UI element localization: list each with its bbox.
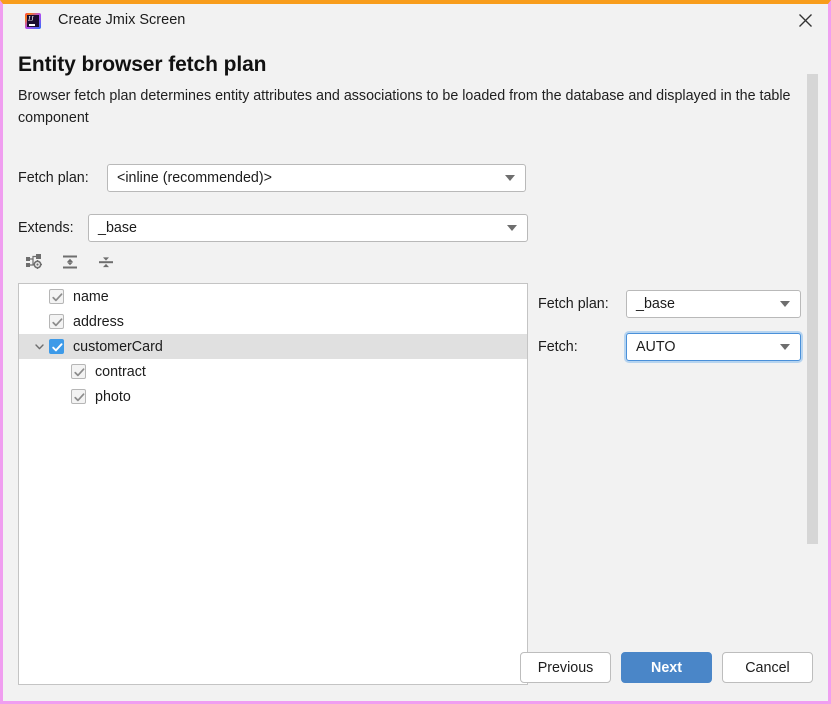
tree-row[interactable]: name [19, 284, 527, 309]
dialog-footer: Previous Next Cancel [520, 652, 813, 683]
tree-row[interactable]: photo [19, 384, 527, 409]
dialog-scrollbar-thumb[interactable] [807, 74, 818, 544]
tree-node-label: photo [95, 388, 131, 405]
chevron-down-icon [505, 175, 515, 181]
chevron-down-icon [780, 344, 790, 350]
chevron-down-icon [34, 344, 44, 350]
detail-fetch-plan-select[interactable]: _base [626, 290, 801, 318]
checkmark-icon [74, 393, 85, 402]
next-button[interactable]: Next [621, 652, 712, 683]
tree-toolbar [20, 248, 119, 275]
detail-fetch-plan-value: _base [636, 296, 675, 312]
close-icon [798, 14, 812, 27]
tree-expand-toggle[interactable] [29, 341, 49, 352]
intellij-idea-icon: IJ [25, 12, 41, 29]
checkmark-icon [52, 293, 63, 302]
fetch-plan-select[interactable]: <inline (recommended)> [107, 164, 526, 192]
checkmark-icon [52, 343, 63, 352]
fetch-plan-field-row: Fetch plan: <inline (recommended)> [18, 164, 526, 192]
tree-node-label: name [73, 288, 109, 305]
tree-node-checkbox [71, 364, 86, 379]
detail-fetch-plan-label: Fetch plan: [538, 296, 609, 312]
expand-all-button[interactable] [56, 248, 83, 275]
tree-node-label: address [73, 313, 124, 330]
tree-node-checkbox [49, 289, 64, 304]
tree-row[interactable]: address [19, 309, 527, 334]
checkmark-icon [52, 318, 63, 327]
extends-field-row: Extends: _base [18, 214, 528, 242]
collapse-all-icon [98, 256, 113, 267]
detail-fetch-plan-row: Fetch plan: _base [538, 290, 801, 318]
expand-all-icon [62, 255, 77, 268]
detail-fetch-value: AUTO [636, 339, 676, 355]
dialog-scrollbar[interactable] [807, 74, 820, 646]
dialog-content: Entity browser fetch plan Browser fetch … [3, 37, 828, 701]
tree-node-checkbox [71, 389, 86, 404]
create-jmix-screen-dialog: IJ Create Jmix Screen Entity browser fet… [0, 0, 831, 704]
tree-row[interactable]: contract [19, 359, 527, 384]
extends-select[interactable]: _base [88, 214, 528, 242]
tree-node-checkbox[interactable] [49, 339, 64, 354]
checkmark-icon [74, 368, 85, 377]
configure-fetch-plan-button[interactable] [20, 248, 47, 275]
detail-fetch-label: Fetch: [538, 339, 578, 355]
chevron-down-icon [507, 225, 517, 231]
collapse-all-button[interactable] [92, 248, 119, 275]
fetch-plan-attribute-tree[interactable]: name address customerCard contract photo [18, 283, 528, 685]
dialog-title-bar: IJ Create Jmix Screen [3, 4, 828, 37]
extends-value: _base [98, 220, 137, 236]
configure-fetch-plan-icon [25, 253, 42, 269]
tree-node-label: contract [95, 363, 146, 380]
page-title: Entity browser fetch plan [18, 53, 267, 76]
fetch-plan-value: <inline (recommended)> [117, 170, 272, 186]
dialog-title: Create Jmix Screen [58, 12, 186, 29]
tree-node-checkbox [49, 314, 64, 329]
chevron-down-icon [780, 301, 790, 307]
page-description: Browser fetch plan determines entity att… [18, 88, 791, 126]
close-button[interactable] [782, 4, 828, 37]
cancel-button[interactable]: Cancel [722, 652, 813, 683]
tree-node-label: customerCard [73, 338, 163, 355]
tree-row[interactable]: customerCard [19, 334, 527, 359]
detail-fetch-select[interactable]: AUTO [626, 333, 801, 361]
previous-button[interactable]: Previous [520, 652, 611, 683]
fetch-plan-label: Fetch plan: [18, 170, 89, 186]
extends-label: Extends: [18, 220, 74, 236]
detail-fetch-row: Fetch: AUTO [538, 333, 801, 361]
